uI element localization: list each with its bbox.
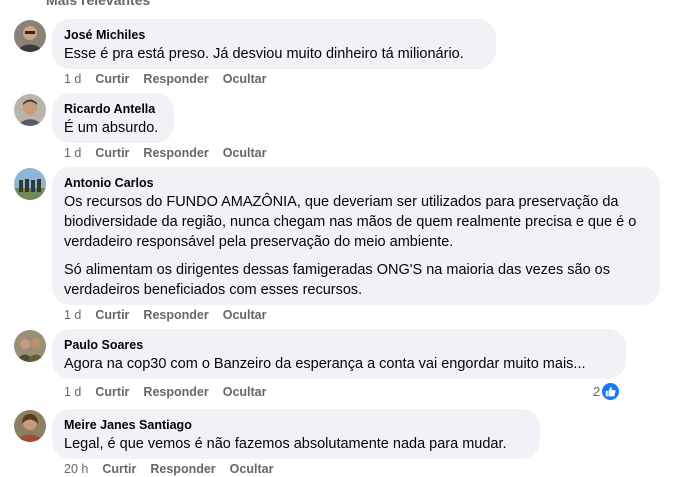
like-button[interactable]: Curtir — [95, 384, 129, 400]
avatar[interactable] — [14, 94, 46, 126]
reply-button[interactable]: Responder — [143, 71, 208, 87]
comment-author[interactable]: Ricardo Antella — [64, 101, 162, 117]
hide-button[interactable]: Ocultar — [230, 461, 274, 477]
reply-button[interactable]: Responder — [143, 384, 208, 400]
comment-text: Legal, é que vemos é não fazemos absolut… — [64, 436, 507, 452]
comment-text: Os recursos do FUNDO AMAZÔNIA, que dever… — [64, 194, 637, 250]
like-button[interactable]: Curtir — [95, 71, 129, 87]
comment-author[interactable]: Meire Janes Santiago — [64, 417, 528, 433]
timestamp[interactable]: 1 d — [64, 71, 81, 87]
comment-author[interactable]: Paulo Soares — [64, 337, 614, 353]
comment-bubble: Ricardo Antella É um absurdo. — [52, 93, 174, 143]
avatar[interactable] — [14, 168, 46, 200]
reaction-summary[interactable]: 2 — [593, 383, 620, 400]
sort-label[interactable]: Mais relevantes — [46, 0, 150, 8]
comment-text: Agora na cop30 com o Banzeiro da esperan… — [64, 356, 586, 372]
comment-actions: 1 d Curtir Responder Ocultar — [64, 384, 280, 400]
comment-text: Só alimentam os dirigentes dessas famige… — [64, 262, 610, 298]
comment-text: Esse é pra está preso. Já desviou muito … — [64, 46, 464, 62]
timestamp[interactable]: 1 d — [64, 384, 81, 400]
timestamp[interactable]: 20 h — [64, 461, 88, 477]
hide-button[interactable]: Ocultar — [223, 145, 267, 161]
reply-button[interactable]: Responder — [150, 461, 215, 477]
reply-button[interactable]: Responder — [143, 145, 208, 161]
comment-actions: 20 h Curtir Responder Ocultar — [64, 461, 287, 477]
comment-bubble: Paulo Soares Agora na cop30 com o Banzei… — [52, 329, 626, 379]
reaction-count: 2 — [593, 384, 601, 399]
like-button[interactable]: Curtir — [95, 145, 129, 161]
avatar[interactable] — [14, 410, 46, 442]
comment-actions: 1 d Curtir Responder Ocultar — [64, 71, 280, 87]
reply-button[interactable]: Responder — [143, 307, 208, 323]
hide-button[interactable]: Ocultar — [223, 307, 267, 323]
timestamp[interactable]: 1 d — [64, 307, 81, 323]
comment-bubble: José Michiles Esse é pra está preso. Já … — [52, 19, 496, 69]
timestamp[interactable]: 1 d — [64, 145, 81, 161]
comment-bubble: Antonio Carlos Os recursos do FUNDO AMAZ… — [52, 167, 660, 305]
avatar[interactable] — [14, 20, 46, 52]
comment-text: É um absurdo. — [64, 120, 159, 136]
comment-author[interactable]: Antonio Carlos — [64, 175, 648, 191]
like-icon — [602, 383, 620, 400]
like-button[interactable]: Curtir — [102, 461, 136, 477]
comment-actions: 1 d Curtir Responder Ocultar — [64, 145, 280, 161]
avatar[interactable] — [14, 330, 46, 362]
comment-bubble: Meire Janes Santiago Legal, é que vemos … — [52, 409, 540, 459]
hide-button[interactable]: Ocultar — [223, 71, 267, 87]
like-button[interactable]: Curtir — [95, 307, 129, 323]
comment-author[interactable]: José Michiles — [64, 27, 484, 43]
hide-button[interactable]: Ocultar — [223, 384, 267, 400]
comment-actions: 1 d Curtir Responder Ocultar — [64, 307, 280, 323]
